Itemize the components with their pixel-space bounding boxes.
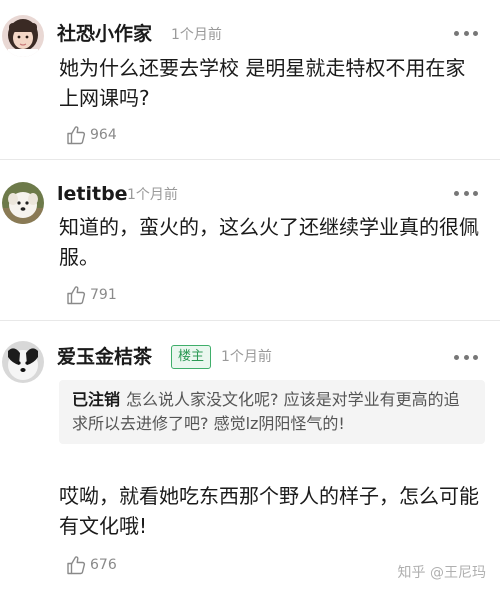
- avatar[interactable]: [2, 182, 44, 224]
- avatar[interactable]: [2, 341, 44, 383]
- comment-text: 哎呦，就看她吃东西那个野人的样子，怎么可能有文化哦!: [59, 484, 479, 538]
- thumbs-up-icon: [67, 286, 86, 305]
- avatar[interactable]: [2, 15, 44, 57]
- comment-text: 她为什么还要去学校 是明星就走特权不用在家上网课吗?: [59, 56, 466, 110]
- quoted-reply[interactable]: 已注销 怎么说人家没文化呢? 应该是对学业有更高的追求所以去进修了吧? 感觉lz阴…: [59, 380, 485, 444]
- timestamp: 1个月前: [127, 187, 178, 203]
- comment-item: 爱玉金桔茶 楼主 1个月前 已注销 怎么说人家没文化呢? 应该是对学业有更高的追求…: [0, 321, 500, 592]
- like-button[interactable]: 676: [65, 554, 117, 576]
- username[interactable]: 爱玉金桔茶: [57, 344, 152, 370]
- like-count: 676: [90, 557, 117, 573]
- like-count: 964: [90, 127, 117, 143]
- like-count: 791: [90, 287, 117, 303]
- thumbs-up-icon: [67, 126, 86, 145]
- timestamp: 1个月前: [221, 349, 272, 365]
- dog-avatar-bw-icon: [2, 341, 44, 383]
- like-button[interactable]: 791: [65, 284, 117, 306]
- comment-text: 知道的，蛮火的，这么火了还继续学业真的很佩服。: [59, 215, 479, 269]
- username[interactable]: letitbe: [57, 181, 128, 207]
- like-button[interactable]: 964: [65, 124, 117, 146]
- more-options-icon[interactable]: [454, 353, 478, 361]
- watermark: 知乎 @王尼玛: [397, 565, 486, 581]
- comment-item: letitbe 1个月前 知道的，蛮火的，这么火了还继续学业真的很佩服。 791: [0, 160, 500, 320]
- comment-list: 社恐小作家 1个月前 她为什么还要去学校 是明星就走特权不用在家上网课吗? 96…: [0, 0, 500, 592]
- thumbs-up-icon: [67, 556, 86, 575]
- author-badge: 楼主: [171, 345, 212, 369]
- girl-avatar-icon: [2, 15, 44, 57]
- quote-text: 怎么说人家没文化呢? 应该是对学业有更高的追求所以去进修了吧? 感觉lz阴阳怪气…: [72, 390, 460, 433]
- dog-avatar-icon: [2, 182, 44, 224]
- more-options-icon[interactable]: [454, 189, 478, 197]
- username[interactable]: 社恐小作家: [57, 21, 152, 47]
- timestamp: 1个月前: [171, 27, 222, 43]
- quote-author[interactable]: 已注销: [72, 390, 120, 409]
- more-options-icon[interactable]: [454, 29, 478, 37]
- comment-item: 社恐小作家 1个月前 她为什么还要去学校 是明星就走特权不用在家上网课吗? 96…: [0, 0, 500, 160]
